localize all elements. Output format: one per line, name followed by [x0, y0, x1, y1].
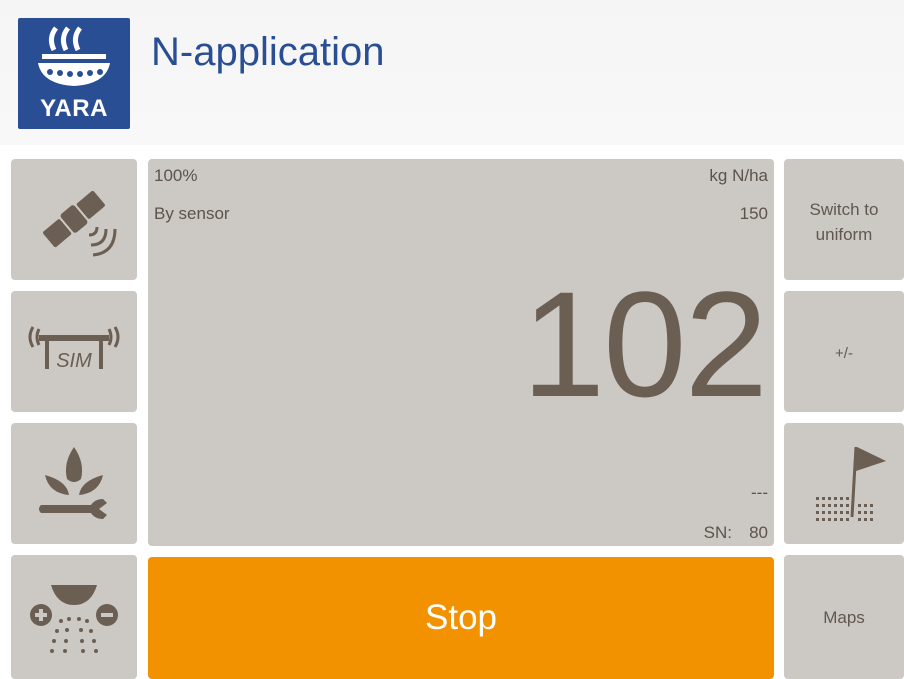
field-flag-icon	[816, 446, 886, 521]
switch-label-line2: uniform	[815, 225, 873, 244]
stop-button[interactable]: Stop	[148, 557, 774, 679]
logo-text: YARA	[40, 95, 108, 122]
switch-label-line1: Switch to	[809, 200, 879, 219]
mode-label: By sensor	[154, 204, 230, 223]
unit-label: kg N/ha	[709, 166, 768, 185]
plus-minus-button[interactable]: +/-	[784, 291, 904, 412]
sim-sensor-button[interactable]: SIM	[11, 291, 137, 412]
app-header: YARA N-application	[0, 0, 904, 145]
headland-button[interactable]	[784, 423, 904, 544]
plus-minus-label: +/-	[835, 345, 853, 362]
target-value: 150	[739, 204, 768, 223]
maps-button[interactable]: Maps	[784, 555, 904, 679]
crop-settings-button[interactable]	[11, 423, 137, 544]
yara-logo: YARA	[18, 18, 130, 129]
sim-icon-text: SIM	[56, 350, 92, 372]
gps-satellite-button[interactable]	[11, 159, 137, 280]
crop-settings-icon	[39, 447, 107, 519]
percent-label: 100%	[154, 166, 198, 185]
sn-label: SN:	[703, 523, 732, 542]
rate-display-panel: 100% kg N/ha By sensor 150 102 --- SN: 8…	[148, 159, 774, 546]
satellite-icon	[43, 190, 117, 257]
spreader-rate-icon	[30, 585, 118, 653]
sim-sensor-icon: SIM	[28, 326, 120, 372]
switch-to-uniform-button[interactable]: Switch to uniform	[784, 159, 904, 280]
sn-value: 80	[749, 523, 768, 542]
current-rate-value: 102	[521, 260, 768, 428]
page-title: N-application	[151, 30, 385, 74]
maps-label: Maps	[823, 608, 865, 627]
secondary-value: ---	[751, 483, 768, 502]
spreader-rate-button[interactable]	[11, 555, 137, 679]
